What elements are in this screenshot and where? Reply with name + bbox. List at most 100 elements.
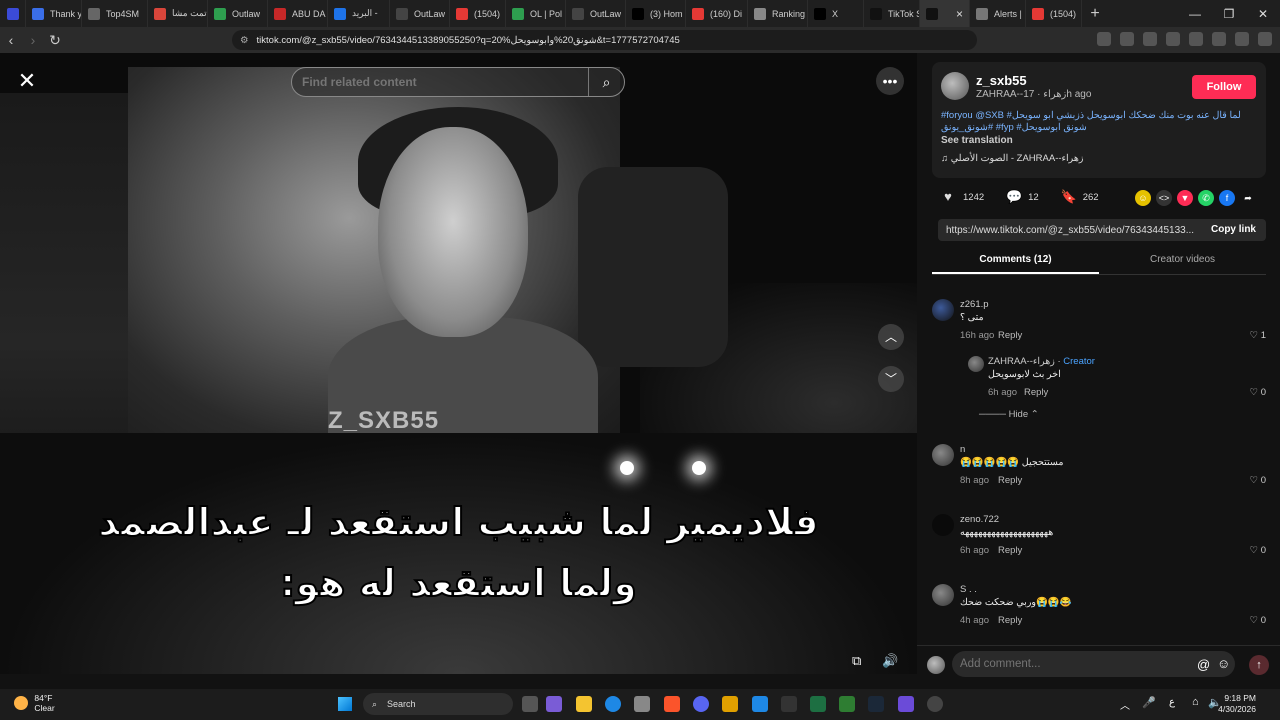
copy-link-button[interactable]: Copy link (1211, 224, 1256, 235)
comment-input[interactable] (952, 651, 1235, 677)
file-explorer-icon[interactable] (576, 696, 592, 712)
comment-author[interactable]: ZAHRAA--زهراء · Creator (988, 356, 1095, 367)
find-related-search[interactable]: ⌕ (291, 67, 625, 97)
browser-tab[interactable]: البريد - (328, 0, 390, 27)
comment-like-button[interactable]: ♡ 0 (1250, 475, 1266, 486)
browser-tab[interactable]: OutLaw (390, 0, 450, 27)
discord-icon[interactable] (693, 696, 709, 712)
browser-tab[interactable]: Thank y (26, 0, 82, 27)
mic-icon[interactable]: 🎤 (1142, 696, 1156, 709)
mention-icon[interactable]: @ (1197, 657, 1210, 672)
start-button[interactable] (338, 697, 352, 711)
sidebar-toggle[interactable] (0, 0, 26, 27)
pip-icon[interactable]: ⧉ (852, 653, 861, 669)
browser-tab[interactable]: × (920, 0, 970, 27)
taskbar-clock[interactable]: 9:18 PM 4/30/2026 (1218, 693, 1256, 715)
keyboard-language[interactable]: ع (1169, 697, 1175, 708)
extension-icon[interactable] (1143, 32, 1157, 46)
facebook-icon[interactable]: f (1219, 190, 1235, 206)
embed-icon[interactable]: <> (1156, 190, 1172, 206)
excel-icon[interactable] (810, 696, 826, 712)
search-input[interactable] (302, 75, 582, 89)
browser-tab[interactable]: ABU DA (268, 0, 328, 27)
minimize-icon[interactable]: — (1178, 7, 1212, 21)
extension-icon[interactable] (1166, 32, 1180, 46)
close-window-icon[interactable]: ✕ (1246, 7, 1280, 21)
volume-icon[interactable]: 🔊 (882, 653, 898, 669)
avatar[interactable] (968, 356, 984, 372)
post-comment-button[interactable]: ↑ (1249, 655, 1269, 675)
app-icon[interactable] (839, 696, 855, 712)
more-options-button[interactable]: ••• (876, 67, 904, 95)
app-icon[interactable] (927, 696, 943, 712)
comment-like-button[interactable]: ♡ 0 (1250, 545, 1266, 556)
comment-author[interactable]: n (960, 444, 965, 455)
close-tab-icon[interactable]: × (956, 7, 963, 21)
brave-icon[interactable] (664, 696, 680, 712)
extension-icon[interactable] (1097, 32, 1111, 46)
like-button[interactable]: ♥ 1242 (941, 190, 984, 204)
comment-author[interactable]: z261.p (960, 299, 989, 310)
whatsapp-icon[interactable]: ✆ (1198, 190, 1214, 206)
new-tab-button[interactable]: + (1082, 5, 1108, 23)
comment-button[interactable]: 💬 12 (1006, 190, 1039, 204)
reply-button[interactable]: Reply (998, 545, 1022, 556)
comment-like-button[interactable]: ♡ 0 (1250, 387, 1266, 398)
avatar[interactable] (932, 584, 954, 606)
forward-button[interactable]: › (22, 32, 44, 48)
url-input[interactable]: ⚙ tiktok.com/@z_sxb55/video/763434451338… (232, 30, 977, 50)
back-button[interactable]: ‹ (0, 32, 22, 48)
browser-tab[interactable]: TikTok S (864, 0, 920, 27)
reply-button[interactable]: Reply (998, 475, 1022, 486)
reply-button[interactable]: Reply (1024, 387, 1048, 398)
music-link[interactable]: ♫ الصوت الأصلي - ZAHRAA--زهراء (941, 153, 1083, 164)
browser-tab[interactable]: (1504) (450, 0, 506, 27)
network-icon[interactable]: ⌂ (1192, 696, 1199, 708)
see-translation-link[interactable]: See translation (941, 135, 1013, 146)
close-icon[interactable]: ✕ (16, 70, 38, 92)
share-more-icon[interactable]: ➦ (1240, 190, 1256, 206)
browser-tab[interactable]: (1504) (1026, 0, 1082, 27)
comment-author[interactable]: zeno.722 (960, 514, 999, 525)
store-icon[interactable] (634, 696, 650, 712)
comment-like-button[interactable]: ♡ 0 (1250, 615, 1266, 626)
browser-tab[interactable]: (160) Di (686, 0, 748, 27)
browser-tab[interactable]: Top4SM (82, 0, 148, 27)
browser-tab[interactable]: (3) Hom (626, 0, 686, 27)
reply-button[interactable]: Reply (998, 330, 1022, 341)
edge-icon[interactable] (605, 696, 621, 712)
app-icon[interactable] (722, 696, 738, 712)
browser-tab[interactable]: تمت مشا (148, 0, 208, 27)
browser-tab[interactable]: Alerts | (970, 0, 1026, 27)
reload-button[interactable]: ↻ (44, 32, 66, 49)
emoji-icon[interactable]: ☺ (1217, 656, 1230, 671)
task-view-icon[interactable] (522, 696, 538, 712)
site-info-icon[interactable]: ⚙ (240, 35, 249, 46)
browser-tab[interactable]: OL | Pol (506, 0, 566, 27)
tab-creator-videos[interactable]: Creator videos (1099, 249, 1266, 274)
comment-like-button[interactable]: ♡ 1 (1250, 330, 1266, 341)
app-icon[interactable] (752, 696, 768, 712)
app-icon[interactable] (781, 696, 797, 712)
sidebar-icon[interactable] (1189, 32, 1203, 46)
tab-comments[interactable]: Comments (12) (932, 249, 1099, 274)
follow-button[interactable]: Follow (1192, 75, 1256, 99)
search-icon[interactable]: ⌕ (588, 68, 624, 96)
username[interactable]: z_sxb55 (976, 73, 1027, 88)
extension-icon[interactable] (1120, 32, 1134, 46)
menu-icon[interactable] (1258, 32, 1272, 46)
steam-icon[interactable] (868, 696, 884, 712)
hide-replies-button[interactable]: ──── Hide ⌃ (979, 409, 1039, 420)
avatar[interactable] (932, 514, 954, 536)
app-icon[interactable] (898, 696, 914, 712)
wallet-icon[interactable] (1212, 32, 1226, 46)
taskbar-search[interactable]: ⌕ Search (363, 693, 513, 715)
widgets-icon[interactable] (546, 696, 562, 712)
next-video-button[interactable]: ﹀ (878, 366, 904, 392)
avatar[interactable] (941, 72, 969, 100)
maximize-icon[interactable]: ❐ (1212, 7, 1246, 21)
browser-tab[interactable]: OutLaw (566, 0, 626, 27)
video-player[interactable]: Z_SXB55 فلاديمير لما شبيب استقعد لـ عبدا… (0, 53, 917, 674)
previous-video-button[interactable]: ︿ (878, 324, 904, 350)
browser-tab[interactable]: Ranking (748, 0, 808, 27)
